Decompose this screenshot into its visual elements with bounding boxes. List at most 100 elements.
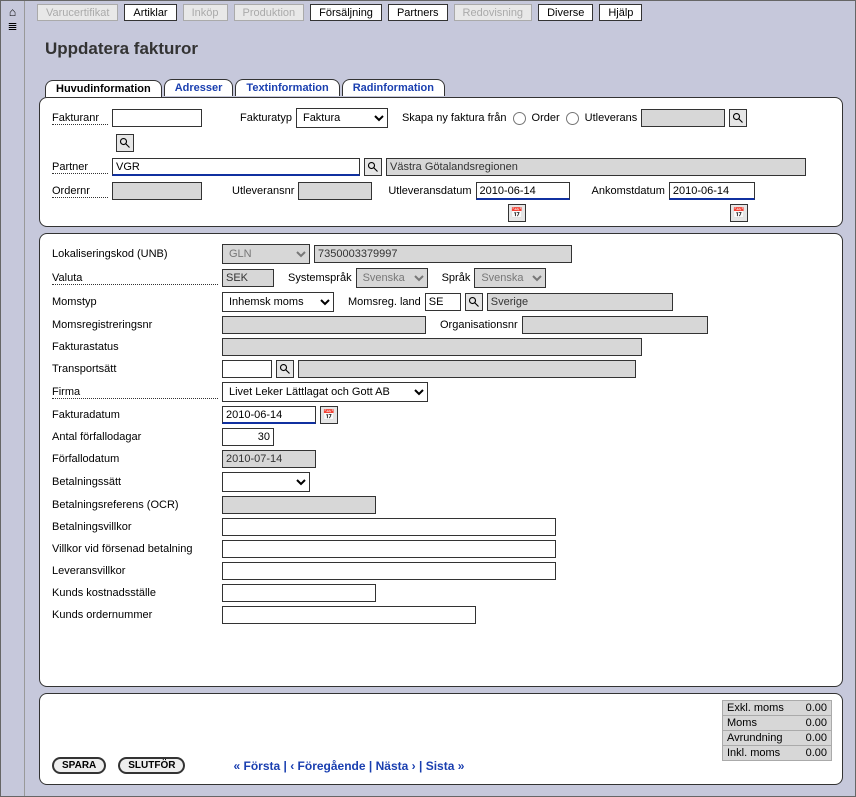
home-icon[interactable]: ⌂ xyxy=(1,5,24,19)
lokaliseringskod-label: Lokaliseringskod (UNB) xyxy=(52,248,218,260)
paging-nav: « Första | ‹ Föregående | Nästa › | Sist… xyxy=(233,759,464,773)
ankomstdatum-input[interactable] xyxy=(669,182,755,200)
exkl-moms-value: 0.00 xyxy=(806,702,827,714)
partner-name-display xyxy=(386,158,806,176)
menu-varucertifikat: Varucertifikat xyxy=(37,4,118,21)
momsreg-land-lookup-button[interactable] xyxy=(465,293,483,311)
skapa-utleverans-radio[interactable] xyxy=(566,112,579,125)
betalningssatt-select[interactable] xyxy=(222,472,310,492)
kunds-ordernummer-input[interactable] xyxy=(222,606,476,624)
betalningsreferens-label: Betalningsreferens (OCR) xyxy=(52,499,218,511)
inkl-moms-label: Inkl. moms xyxy=(727,747,780,759)
nav-first[interactable]: « Första xyxy=(233,759,280,773)
systemsprak-select: Svenska xyxy=(356,268,428,288)
tab-adresser[interactable]: Adresser xyxy=(164,79,234,96)
valuta-input xyxy=(222,269,274,287)
kunds-kostnadsstalle-label: Kunds kostnadsställe xyxy=(52,587,218,599)
fakturanr-label: Fakturanr xyxy=(52,112,108,125)
momsregistreringsnr-input xyxy=(222,316,426,334)
tab-radinformation[interactable]: Radinformation xyxy=(342,79,445,96)
menu-inkop: Inköp xyxy=(183,4,228,21)
menu-hjalp[interactable]: Hjälp xyxy=(599,4,642,21)
nav-last[interactable]: Sista » xyxy=(426,759,465,773)
valuta-label: Valuta xyxy=(52,272,218,285)
betalningsvillkor-input[interactable] xyxy=(222,518,556,536)
kunds-ordernummer-label: Kunds ordernummer xyxy=(52,609,218,621)
villkor-forsenad-input[interactable] xyxy=(222,540,556,558)
order-label: Order xyxy=(532,112,560,124)
inkl-moms-value: 0.00 xyxy=(806,747,827,759)
lokaliseringskod-type-select: GLN xyxy=(222,244,310,264)
partner-label: Partner xyxy=(52,161,108,174)
avrundning-value: 0.00 xyxy=(806,732,827,744)
fakturadatum-input[interactable] xyxy=(222,406,316,424)
moms-label: Moms xyxy=(727,717,757,729)
avrundning-label: Avrundning xyxy=(727,732,782,744)
leveransvillkor-input[interactable] xyxy=(222,562,556,580)
nav-next[interactable]: Nästa › xyxy=(376,759,416,773)
leveransvillkor-label: Leveransvillkor xyxy=(52,565,218,577)
tab-bar: Huvudinformation Adresser Textinformatio… xyxy=(45,79,445,96)
betalningsvillkor-label: Betalningsvillkor xyxy=(52,521,218,533)
transportsatt-name-display xyxy=(298,360,636,378)
fakturatyp-select[interactable]: Faktura xyxy=(296,108,388,128)
left-rail: ⌂ ≣ xyxy=(1,1,25,796)
ankomstdatum-calendar-button[interactable]: 📅 xyxy=(730,204,748,222)
nav-prev[interactable]: ‹ Föregående xyxy=(290,759,365,773)
utleveransnr-input xyxy=(298,182,372,200)
partner-code-input[interactable] xyxy=(112,158,360,176)
menu-diverse[interactable]: Diverse xyxy=(538,4,593,21)
menu-forsaljning[interactable]: Försäljning xyxy=(310,4,382,21)
fakturadatum-calendar-button[interactable]: 📅 xyxy=(320,406,338,424)
organisationsnr-input xyxy=(522,316,708,334)
body-panel: Lokaliseringskod (UNB) GLN Valuta System… xyxy=(39,233,843,687)
page-title: Uppdatera fakturor xyxy=(45,39,198,59)
exkl-moms-label: Exkl. moms xyxy=(727,702,784,714)
transportsatt-lookup-button[interactable] xyxy=(276,360,294,378)
tab-huvudinformation[interactable]: Huvudinformation xyxy=(45,80,162,97)
fakturanr-lookup-button[interactable] xyxy=(116,134,134,152)
utleverans-label: Utleverans xyxy=(585,112,638,124)
forfallodatum-input xyxy=(222,450,316,468)
menu-partners[interactable]: Partners xyxy=(388,4,448,21)
fakturastatus-label: Fakturastatus xyxy=(52,341,218,353)
footer-panel: Exkl. moms 0.00 Moms 0.00 Avrundning 0.00 I… xyxy=(39,693,843,785)
antal-forfallodagar-input[interactable] xyxy=(222,428,274,446)
lokaliseringskod-input xyxy=(314,245,572,263)
momstyp-select[interactable]: Inhemsk moms xyxy=(222,292,334,312)
skapa-lookup-button[interactable] xyxy=(729,109,747,127)
systemsprak-label: Systemspråk xyxy=(288,272,352,284)
fakturatyp-label: Fakturatyp xyxy=(240,112,292,124)
firma-label: Firma xyxy=(52,386,218,399)
momsreg-land-label: Momsreg. land xyxy=(348,296,421,308)
moms-value: 0.00 xyxy=(806,717,827,729)
ordernr-input xyxy=(112,182,202,200)
utleveransdatum-input[interactable] xyxy=(476,182,570,200)
fakturanr-input[interactable] xyxy=(112,109,202,127)
momsreg-land-code-input[interactable] xyxy=(425,293,461,311)
transportsatt-code-input[interactable] xyxy=(222,360,272,378)
partner-lookup-button[interactable] xyxy=(364,158,382,176)
slutfor-button[interactable]: SLUTFÖR xyxy=(118,757,185,774)
ordernr-label: Ordernr xyxy=(52,185,108,198)
fakturastatus-input xyxy=(222,338,642,356)
ankomstdatum-label: Ankomstdatum xyxy=(592,185,665,197)
menu-artiklar[interactable]: Artiklar xyxy=(124,4,176,21)
transportsatt-label: Transportsätt xyxy=(52,363,218,375)
momstyp-label: Momstyp xyxy=(52,296,218,308)
antal-forfallodagar-label: Antal förfallodagar xyxy=(52,431,218,443)
utleveransdatum-calendar-button[interactable]: 📅 xyxy=(508,204,526,222)
sprak-label: Språk xyxy=(442,272,471,284)
momsregistreringsnr-label: Momsregistreringsnr xyxy=(52,319,218,331)
tab-textinformation[interactable]: Textinformation xyxy=(235,79,339,96)
fakturadatum-label: Fakturadatum xyxy=(52,409,218,421)
skapa-ref-input[interactable] xyxy=(641,109,725,127)
kunds-kostnadsstalle-input[interactable] xyxy=(222,584,376,602)
spara-button[interactable]: SPARA xyxy=(52,757,106,774)
utleveransnr-label: Utleveransnr xyxy=(232,185,294,197)
top-menu: Varucertifikat Artiklar Inköp Produktion… xyxy=(25,1,855,23)
firma-select[interactable]: Livet Leker Lättlagat och Gott AB xyxy=(222,382,428,402)
momsreg-land-name-display xyxy=(487,293,673,311)
skapa-order-radio[interactable] xyxy=(513,112,526,125)
list-icon[interactable]: ≣ xyxy=(1,19,24,33)
